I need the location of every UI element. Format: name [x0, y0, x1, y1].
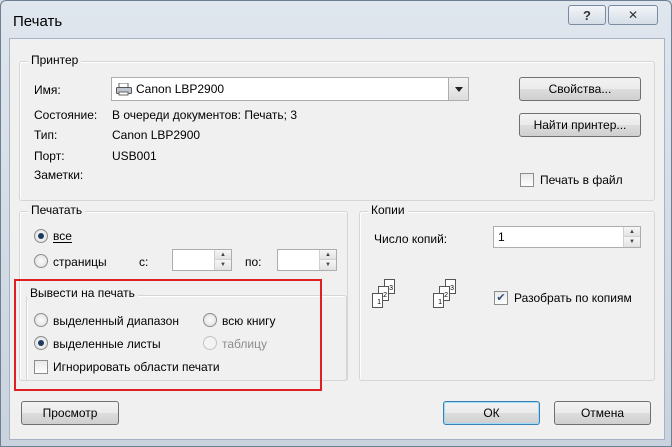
- printer-type-label: Тип:: [34, 128, 58, 142]
- copies-count-value: 1: [498, 230, 505, 244]
- range-pages-label: страницы: [53, 255, 107, 269]
- printer-icon: [116, 82, 132, 96]
- print-range-group-label: Печатать: [28, 203, 86, 217]
- copies-count-spinner[interactable]: 1 ▲ ▼: [493, 226, 641, 248]
- range-to-spinner[interactable]: ▲ ▼: [277, 249, 337, 271]
- cancel-button[interactable]: Отмена: [554, 401, 651, 425]
- print-to-file-label: Печать в файл: [540, 173, 623, 187]
- find-printer-button[interactable]: Найти принтер...: [519, 113, 641, 137]
- close-button[interactable]: ✕: [608, 5, 658, 25]
- dropdown-arrow[interactable]: [448, 78, 468, 100]
- printer-port-value: USB001: [112, 149, 157, 163]
- collate-pages-icon: 3 2 1: [372, 279, 396, 313]
- printer-status-label: Состояние:: [34, 108, 98, 122]
- printer-name-value: Canon LBP2900: [136, 82, 225, 96]
- range-from-spinner[interactable]: ▲ ▼: [172, 249, 232, 271]
- spin-up-icon[interactable]: ▲: [320, 250, 336, 260]
- spin-down-icon[interactable]: ▼: [215, 260, 231, 270]
- spin-down-icon[interactable]: ▼: [320, 260, 336, 270]
- copies-group-label: Копии: [368, 203, 408, 217]
- spin-down-icon[interactable]: ▼: [624, 237, 640, 247]
- collate-checkbox[interactable]: ✔: [494, 291, 508, 305]
- window-title: Печать: [13, 13, 63, 30]
- printer-type-value: Canon LBP2900: [112, 128, 201, 142]
- range-from-label: с:: [139, 255, 149, 269]
- printer-name-label: Имя:: [34, 83, 61, 97]
- close-icon: ✕: [627, 8, 639, 22]
- spin-up-icon[interactable]: ▲: [624, 227, 640, 237]
- printer-group-label: Принтер: [28, 53, 82, 67]
- ok-button[interactable]: ОК: [443, 401, 540, 425]
- help-button[interactable]: ?: [568, 5, 606, 25]
- print-dialog: Печать ? ✕ Принтер Имя: Canon LBP2900 Со…: [0, 0, 672, 447]
- printer-status-value: В очереди документов: Печать; 3: [112, 108, 298, 122]
- printer-port-label: Порт:: [34, 149, 65, 163]
- preview-button[interactable]: Просмотр: [21, 401, 119, 425]
- spin-up-icon[interactable]: ▲: [215, 250, 231, 260]
- printer-name-select[interactable]: Canon LBP2900: [111, 77, 469, 101]
- range-all-label: все: [53, 229, 72, 243]
- collate-label: Разобрать по копиям: [514, 291, 632, 305]
- range-to-label: по:: [245, 255, 262, 269]
- printer-notes-label: Заметки:: [34, 168, 84, 182]
- properties-button[interactable]: Свойства...: [519, 77, 641, 101]
- help-icon: ?: [583, 7, 591, 23]
- copies-count-label: Число копий:: [374, 232, 448, 246]
- range-pages-radio[interactable]: [34, 254, 48, 268]
- checkmark-icon: ✔: [496, 291, 506, 304]
- highlight-box: [14, 279, 322, 391]
- collate-pages-icon: 3 2 1: [433, 279, 457, 313]
- chevron-down-icon: [454, 86, 463, 92]
- range-all-radio[interactable]: [34, 229, 48, 243]
- print-to-file-checkbox[interactable]: [520, 173, 534, 187]
